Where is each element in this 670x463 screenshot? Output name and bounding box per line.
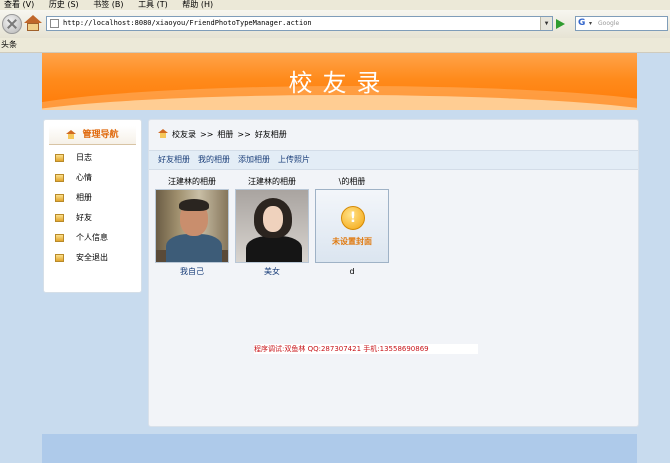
address-url[interactable]: http://localhost:8080/xiaoyou/FriendPhot… [63, 17, 312, 30]
album-caption[interactable]: 美女 [235, 265, 309, 279]
album-cover[interactable] [155, 189, 229, 263]
sidebar: 管理导航 日志 心情 相册 好友 个人信息 安全退出 [43, 119, 142, 293]
album-tabs: 好友相册 我的相册 添加相册 上传照片 [149, 150, 638, 170]
page-icon [50, 19, 59, 28]
menu-bookmarks[interactable]: 书签 (B) [93, 0, 123, 9]
album-owner: 汪建林的相册 [168, 177, 216, 186]
sidebar-item-label[interactable]: 心情 [76, 171, 92, 185]
folder-icon [55, 214, 64, 222]
main-content: 校友录 >> 相册 >> 好友相册 好友相册 我的相册 添加相册 上传照片 汪建林的相册… [148, 119, 639, 427]
google-icon[interactable]: G [578, 18, 588, 29]
album-owner: \的相册 [338, 177, 366, 186]
album-caption[interactable]: d [315, 265, 389, 279]
site-title: 校友录 [288, 69, 391, 97]
folder-icon [55, 234, 64, 242]
address-bar[interactable]: http://localhost:8080/xiaoyou/FriendPhot… [46, 16, 553, 31]
album-card: \的相册 ! 未设置封面 d [315, 175, 389, 279]
sidebar-item-profile[interactable]: 个人信息 [55, 231, 135, 245]
search-box[interactable]: G ▾ Google [575, 16, 668, 31]
dropdown-icon[interactable]: ▼ [540, 17, 552, 30]
search-placeholder[interactable]: Google [598, 17, 619, 30]
home-icon [66, 130, 77, 139]
tab-upload-photo[interactable]: 上传照片 [278, 151, 310, 168]
sidebar-item-logout[interactable]: 安全退出 [55, 251, 135, 265]
sidebar-item-diary[interactable]: 日志 [55, 151, 135, 165]
browser-menubar: 查看 (V) 历史 (S) 书签 (B) 工具 (T) 帮助 (H) [0, 0, 670, 10]
breadcrumb-item[interactable]: 校友录 [172, 130, 196, 139]
album-card: 汪建林的相册 美女 [235, 175, 309, 279]
sidebar-title: 管理导航 [82, 130, 119, 140]
sidebar-item-label[interactable]: 日志 [76, 151, 92, 165]
sidebar-item-album[interactable]: 相册 [55, 191, 135, 205]
menu-history[interactable]: 历史 (S) [49, 0, 79, 9]
tab-add-album[interactable]: 添加相册 [238, 151, 270, 168]
exit-icon [55, 254, 64, 262]
search-engine-dropdown-icon[interactable]: ▾ [589, 18, 592, 29]
sidebar-item-label[interactable]: 个人信息 [76, 231, 108, 245]
sidebar-item-label[interactable]: 好友 [76, 211, 92, 225]
debug-credit: 程序调试:双鱼林 QQ:287307421 手机:13558690869 [254, 344, 478, 354]
menu-view[interactable]: 查看 (V) [4, 0, 34, 9]
home-icon[interactable] [24, 15, 42, 31]
page-footer [42, 434, 637, 463]
album-caption[interactable]: 我自己 [155, 265, 229, 279]
folder-icon [55, 194, 64, 202]
menu-help[interactable]: 帮助 (H) [182, 0, 213, 9]
tab-friend-albums[interactable]: 好友相册 [158, 151, 190, 168]
home-icon [158, 129, 168, 138]
site-banner: 校友录 [42, 53, 637, 110]
breadcrumb-item[interactable]: 好友相册 [255, 130, 287, 139]
folder-icon [55, 154, 64, 162]
tab-my-albums[interactable]: 我的相册 [198, 151, 230, 168]
album-cover-placeholder[interactable]: ! 未设置封面 [315, 189, 389, 263]
sidebar-item-friends[interactable]: 好友 [55, 211, 135, 225]
warning-icon: ! [341, 206, 365, 230]
breadcrumb-separator: >> [200, 130, 214, 139]
sidebar-item-label[interactable]: 相册 [76, 191, 92, 205]
menu-tools[interactable]: 工具 (T) [138, 0, 168, 9]
sidebar-item-mood[interactable]: 心情 [55, 171, 135, 185]
album-cover[interactable] [235, 189, 309, 263]
breadcrumb-item[interactable]: 相册 [217, 130, 233, 139]
album-card: 汪建林的相册 我自己 [155, 175, 229, 279]
breadcrumb: 校友录 >> 相册 >> 好友相册 [158, 128, 287, 142]
browser-toolbar: http://localhost:8080/xiaoyou/FriendPhot… [0, 10, 670, 39]
sidebar-item-label[interactable]: 安全退出 [76, 251, 108, 265]
breadcrumb-separator: >> [237, 130, 251, 139]
bookmark-bar: 头条 [0, 38, 670, 53]
go-icon[interactable] [556, 19, 565, 29]
album-owner: 汪建林的相册 [248, 177, 296, 186]
stop-icon[interactable] [2, 14, 22, 34]
sidebar-header: 管理导航 [49, 126, 136, 145]
bookmark-item[interactable]: 头条 [1, 40, 17, 49]
folder-icon [55, 174, 64, 182]
no-cover-label: 未设置封面 [332, 237, 372, 246]
